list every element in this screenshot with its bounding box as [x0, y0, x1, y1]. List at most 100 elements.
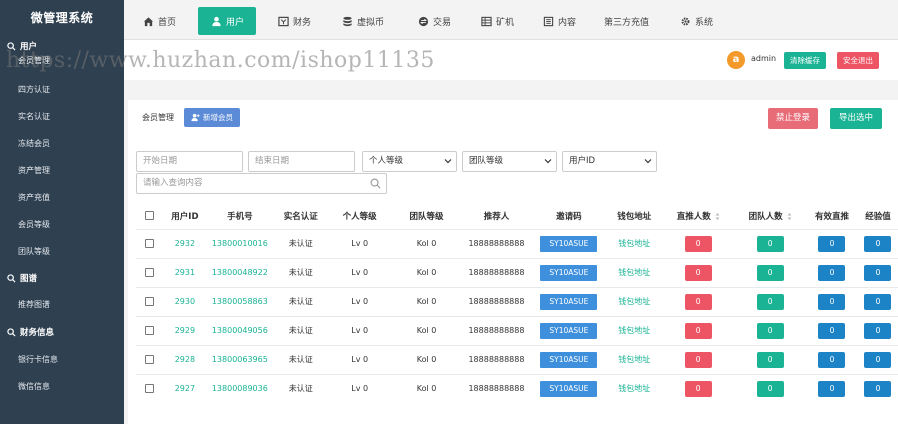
table-row[interactable]: 2932 13800010016 未认证 Lv 0 Kol 0 18888888888 SY…: [136, 228, 898, 258]
phone-number[interactable]: 13800048922: [205, 257, 274, 287]
wallet-address-link[interactable]: 钱包地址: [618, 326, 650, 335]
export-selected-button[interactable]: 导出选中: [830, 108, 883, 129]
valid-direct-badge[interactable]: 0: [818, 264, 846, 281]
team-count-badge[interactable]: 0: [756, 380, 784, 397]
sidebar-item-bank-card-info[interactable]: 银行卡信息: [0, 346, 124, 373]
phone-number[interactable]: 13800089036: [205, 373, 274, 403]
tab-content[interactable]: 内容: [542, 7, 576, 35]
table-row[interactable]: 2931 13800048922 未认证 Lv 0 Kol 0 18888888888 SY…: [136, 257, 898, 287]
personal-level-select[interactable]: 个人等级: [362, 151, 457, 172]
wallet-address-link[interactable]: 钱包地址: [618, 268, 650, 277]
invite-code[interactable]: SY10ASUE: [540, 322, 598, 339]
experience-badge[interactable]: 0: [864, 235, 892, 252]
user-id[interactable]: 2932: [163, 228, 206, 258]
sidebar-group-finance[interactable]: 财务信息: [0, 318, 124, 346]
valid-direct-badge[interactable]: 0: [818, 351, 846, 368]
valid-direct-badge[interactable]: 0: [818, 293, 846, 310]
valid-direct-badge[interactable]: 0: [818, 322, 846, 339]
phone-number[interactable]: 13800049056: [205, 315, 274, 345]
invite-code[interactable]: SY10ASUE: [540, 264, 598, 281]
team-count-badge[interactable]: 0: [756, 322, 784, 339]
valid-direct-badge[interactable]: 0: [818, 235, 846, 252]
tab-users[interactable]: 用户: [198, 7, 257, 35]
experience-badge[interactable]: 0: [864, 380, 892, 397]
column-header[interactable]: 用户ID: [164, 203, 206, 229]
column-header[interactable]: 邀请码: [531, 203, 606, 229]
sidebar-group-graph[interactable]: 图谱: [0, 265, 124, 291]
table-row[interactable]: 2927 13800089036 未认证 Lv 0 Kol 0 18888888888 SY…: [136, 373, 898, 403]
tab-trade[interactable]: 交易: [417, 7, 451, 35]
wallet-address-link[interactable]: 钱包地址: [618, 297, 650, 306]
column-header[interactable]: 个人等级: [328, 203, 392, 229]
row-checkbox[interactable]: [145, 268, 155, 277]
invite-code[interactable]: SY10ASUE: [540, 235, 598, 252]
tab-virtual-currency[interactable]: 虚拟币: [341, 7, 384, 35]
user-id[interactable]: 2931: [163, 257, 206, 287]
direct-count-badge[interactable]: 0: [684, 351, 712, 368]
table-row[interactable]: 2928 13800063965 未认证 Lv 0 Kol 0 18888888888 SY…: [136, 344, 898, 374]
column-header[interactable]: 团队人数: [734, 203, 806, 229]
user-id[interactable]: 2928: [163, 344, 206, 374]
experience-badge[interactable]: 0: [864, 351, 892, 368]
tab-system[interactable]: 系统: [679, 7, 713, 35]
tab-finance[interactable]: 财务: [277, 7, 311, 35]
team-count-badge[interactable]: 0: [756, 264, 784, 281]
experience-badge[interactable]: 0: [864, 264, 892, 281]
sidebar-item-frozen-members[interactable]: 冻结会员: [0, 130, 124, 157]
sidebar-item-member-levels[interactable]: 会员等级: [0, 211, 124, 238]
user-id[interactable]: 2930: [163, 286, 206, 316]
invite-code[interactable]: SY10ASUE: [540, 380, 598, 397]
row-checkbox[interactable]: [145, 384, 155, 394]
column-header[interactable]: 经验值: [858, 203, 898, 229]
column-header[interactable]: 直推人数: [662, 203, 734, 229]
column-header[interactable]: 手机号: [206, 203, 274, 229]
sidebar-item-asset-management[interactable]: 资产管理: [0, 157, 124, 184]
select-all-checkbox[interactable]: [145, 210, 155, 220]
team-count-badge[interactable]: 0: [756, 351, 784, 368]
sidebar-item-wechat-info[interactable]: 微信信息: [0, 373, 124, 400]
experience-badge[interactable]: 0: [864, 293, 892, 310]
phone-number[interactable]: 13800058863: [205, 286, 274, 316]
sidebar-group-users[interactable]: 用户: [0, 38, 124, 54]
tab-home[interactable]: 首页: [142, 7, 176, 35]
wallet-address-link[interactable]: 钱包地址: [618, 384, 650, 393]
table-row[interactable]: 2929 13800049056 未认证 Lv 0 Kol 0 18888888888 SY…: [136, 315, 898, 345]
wallet-address-link[interactable]: 钱包地址: [618, 239, 650, 248]
sidebar-item-sifang-auth[interactable]: 四方认证: [0, 76, 124, 103]
row-checkbox[interactable]: [145, 355, 155, 364]
direct-count-badge[interactable]: 0: [684, 264, 712, 281]
wallet-address-link[interactable]: 钱包地址: [618, 355, 650, 364]
start-date-input[interactable]: 开始日期: [136, 151, 243, 172]
logout-button[interactable]: 安全退出: [837, 52, 879, 69]
clear-cache-button[interactable]: 清除缓存: [784, 52, 826, 69]
sidebar-item-realname-auth[interactable]: 实名认证: [0, 103, 124, 130]
team-count-badge[interactable]: 0: [756, 235, 784, 252]
user-id[interactable]: 2929: [163, 315, 206, 345]
direct-count-badge[interactable]: 0: [684, 235, 712, 252]
valid-direct-badge[interactable]: 0: [818, 380, 846, 397]
column-header[interactable]: 实名认证: [274, 203, 328, 229]
sidebar-item-member-management[interactable]: 会员管理: [0, 54, 124, 68]
phone-number[interactable]: 13800063965: [205, 344, 274, 374]
sidebar-item-asset-recharge[interactable]: 资产充值: [0, 184, 124, 211]
direct-count-badge[interactable]: 0: [684, 293, 712, 310]
user-id-select[interactable]: 用户ID: [562, 151, 657, 172]
sidebar-item-referral-graph[interactable]: 推荐图谱: [0, 291, 124, 318]
tab-third-party-recharge[interactable]: 第三方充值: [604, 7, 649, 35]
column-header[interactable]: 有效直推: [806, 203, 858, 229]
tab-miners[interactable]: 矿机: [480, 7, 514, 35]
add-member-button[interactable]: 新增会员: [184, 108, 240, 127]
column-header[interactable]: 推荐人: [461, 203, 531, 229]
table-row[interactable]: 2930 13800058863 未认证 Lv 0 Kol 0 18888888888 SY…: [136, 286, 898, 316]
row-checkbox[interactable]: [145, 297, 155, 306]
ban-login-button[interactable]: 禁止登录: [768, 108, 819, 129]
sidebar-item-team-levels[interactable]: 团队等级: [0, 238, 124, 265]
direct-count-badge[interactable]: 0: [684, 380, 712, 397]
end-date-input[interactable]: 结束日期: [248, 151, 355, 172]
invite-code[interactable]: SY10ASUE: [540, 351, 598, 368]
team-level-select[interactable]: 团队等级: [462, 151, 557, 172]
invite-code[interactable]: SY10ASUE: [540, 293, 598, 310]
avatar[interactable]: a: [727, 51, 745, 69]
search-input[interactable]: 请输入查询内容: [136, 173, 387, 194]
direct-count-badge[interactable]: 0: [684, 322, 712, 339]
